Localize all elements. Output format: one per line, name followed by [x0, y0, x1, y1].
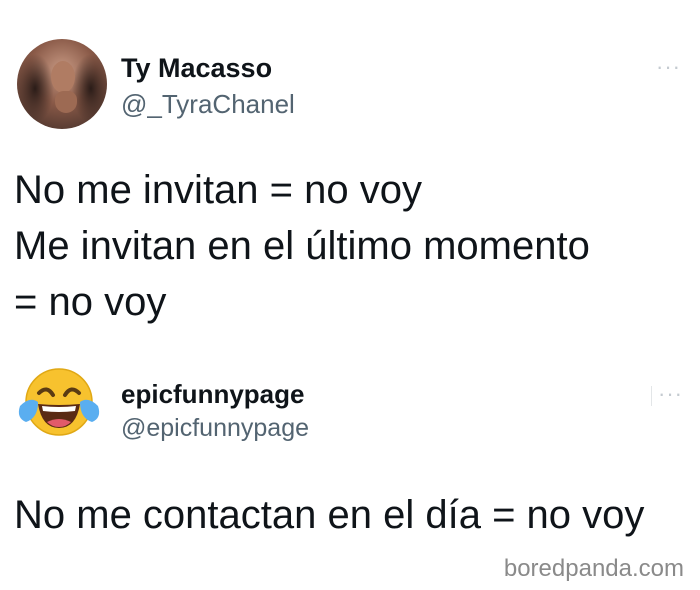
user-handle[interactable]: @_TyraChanel — [121, 88, 295, 120]
tweet-text: No me invitan = no voy Me invitan en el … — [14, 162, 590, 330]
display-name[interactable]: epicfunnypage — [121, 379, 304, 409]
more-horizontal-icon[interactable]: ··· — [656, 56, 681, 78]
divider — [651, 386, 652, 406]
more-horizontal-icon[interactable]: ··· — [658, 383, 683, 405]
avatar-face — [51, 61, 75, 93]
tweet-line: Me invitan en el último momento — [14, 224, 590, 268]
tweet-line: No me invitan = no voy — [14, 168, 422, 212]
laughing-crying-emoji-icon[interactable] — [16, 366, 102, 442]
user-handle[interactable]: @epicfunnypage — [121, 413, 309, 443]
tweet-line: = no voy — [14, 280, 167, 324]
watermark: boredpanda.com — [503, 555, 684, 582]
avatar-hand — [55, 91, 77, 113]
tweet-text: No me contactan en el día = no voy — [14, 493, 645, 537]
avatar-ty-macasso[interactable] — [17, 39, 107, 129]
display-name[interactable]: Ty Macasso — [121, 52, 272, 84]
